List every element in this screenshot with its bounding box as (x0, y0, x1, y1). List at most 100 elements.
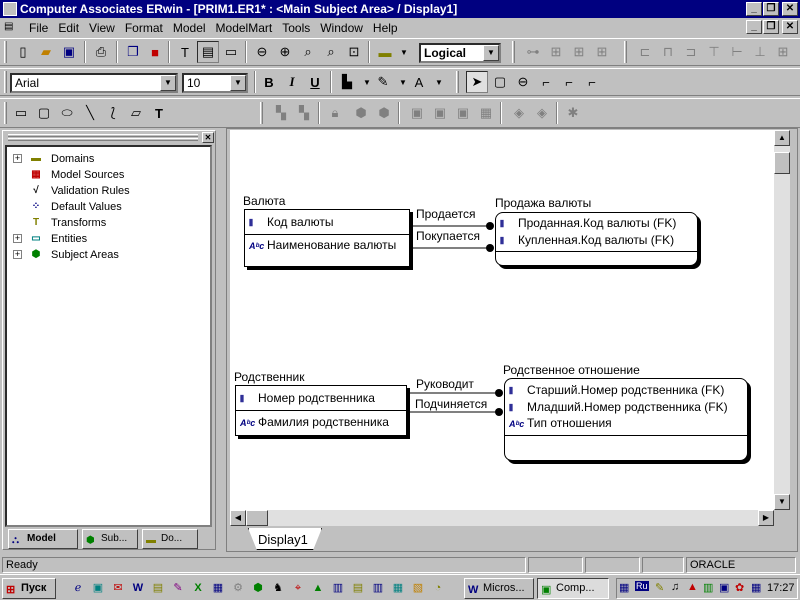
quicklaunch-app3-icon[interactable]: ⬢ (250, 580, 266, 596)
zoom-in-icon[interactable]: ⊕ (274, 41, 296, 63)
tree-item-validation-rules[interactable]: √ Validation Rules (7, 183, 207, 199)
quicklaunch-desktop-icon[interactable]: ▣ (90, 580, 106, 596)
menu-view[interactable]: View (84, 18, 120, 38)
tree-item-transforms[interactable]: T Transforms (7, 215, 207, 231)
bold-button[interactable]: B (258, 71, 280, 93)
chevron-down-icon[interactable]: ▼ (483, 45, 499, 61)
doc-restore-button[interactable]: ❐ (763, 20, 779, 34)
chevron-down-icon[interactable]: ▼ (230, 75, 246, 91)
line-tool-icon[interactable]: ╲ (79, 102, 101, 124)
relationship-label[interactable]: Подчиняется (415, 397, 487, 411)
quicklaunch-app10-icon[interactable]: ▦ (390, 580, 406, 596)
select-pointer-icon[interactable]: ➤ (466, 71, 488, 93)
vertical-scroll-thumb[interactable] (774, 152, 790, 174)
new-icon[interactable]: ▯ (12, 41, 34, 63)
menu-help[interactable]: Help (368, 18, 403, 38)
save-icon[interactable]: ▣ (58, 41, 80, 63)
panel-grip[interactable] (8, 134, 198, 137)
scroll-left-button[interactable]: ◀ (230, 510, 246, 526)
font-size-select[interactable]: 10 ▼ (182, 73, 248, 93)
menu-modelmart[interactable]: ModelMart (211, 18, 278, 38)
quicklaunch-app6-icon[interactable]: ▲ (310, 580, 326, 596)
tray-tool-icon[interactable]: ✎ (655, 581, 664, 594)
task-word[interactable]: W Micros... (464, 578, 534, 599)
tray-app2-icon[interactable]: ✿ (735, 581, 744, 594)
zoom-icon[interactable]: ⌕ (297, 41, 319, 63)
open-icon[interactable]: ▰ (35, 41, 57, 63)
rounded-rect-tool-icon[interactable]: ▢ (33, 102, 55, 124)
view-mode-select[interactable]: Logical ▼ (419, 43, 501, 63)
quicklaunch-app-icon[interactable]: ▦ (210, 580, 226, 596)
quicklaunch-outlook-icon[interactable]: ✉ (110, 580, 126, 596)
tray-app3-icon[interactable]: ▦ (751, 581, 761, 594)
task-erwin[interactable]: ▣ Comp... (537, 578, 609, 599)
tree-item-default-values[interactable]: ⁘ Default Values (7, 199, 207, 215)
polygon-tool-icon[interactable]: ▱ (125, 102, 147, 124)
scroll-right-button[interactable]: ▶ (758, 510, 774, 526)
tray-virus-icon[interactable]: ▲ (687, 581, 698, 593)
underline-button[interactable]: U (304, 71, 326, 93)
menu-file[interactable]: File (24, 18, 53, 38)
dropdown-arrow-icon[interactable]: ▼ (428, 71, 450, 93)
horizontal-scrollbar[interactable]: ◀ ▶ (230, 510, 774, 526)
quicklaunch-explorer-icon[interactable]: ▤ (150, 580, 166, 596)
quicklaunch-app7-icon[interactable]: ▥ (330, 580, 346, 596)
font-color-icon[interactable]: A (408, 71, 430, 93)
quicklaunch-app4-icon[interactable]: ♞ (270, 580, 286, 596)
quicklaunch-app9-icon[interactable]: ▥ (370, 580, 386, 596)
polyline-tool-icon[interactable]: ⟅ (102, 102, 124, 124)
zoom-fit-icon[interactable]: ⌕ (320, 41, 342, 63)
horizontal-scroll-thumb[interactable] (246, 510, 268, 526)
doc-close-button[interactable]: ✕ (782, 20, 798, 34)
expand-icon[interactable]: + (13, 234, 22, 243)
app-icon[interactable] (3, 2, 17, 16)
pen-color-icon[interactable]: ✎ (372, 71, 394, 93)
minimize-button[interactable]: _ (746, 2, 762, 16)
color-icon[interactable]: ■ (144, 41, 166, 63)
menu-edit[interactable]: Edit (53, 18, 84, 38)
relationship-label[interactable]: Руководит (416, 377, 474, 391)
close-button[interactable]: ✕ (782, 2, 798, 16)
font-name-select[interactable]: Arial ▼ (10, 73, 178, 93)
many-to-many-rel-icon[interactable]: ⌐ (558, 71, 580, 93)
menu-window[interactable]: Window (315, 18, 368, 38)
vertical-scrollbar[interactable]: ▲ ▼ (774, 130, 790, 510)
clock[interactable]: 17:27 (767, 582, 795, 594)
zoom-all-icon[interactable]: ⊡ (343, 41, 365, 63)
tray-monitor-icon[interactable]: ▣ (719, 581, 729, 594)
restore-button[interactable]: ❐ (763, 2, 779, 16)
entity-tool-icon[interactable]: ▢ (489, 71, 511, 93)
scroll-up-button[interactable]: ▲ (774, 130, 790, 146)
format-icon[interactable]: T (174, 41, 196, 63)
rectangle-tool-icon[interactable]: ▭ (10, 102, 32, 124)
document-icon[interactable]: ▤ (4, 21, 20, 35)
tree-item-subject-areas[interactable]: + ⬢ Subject Areas (7, 247, 207, 263)
tab-displays[interactable]: ▬ Do... (142, 529, 198, 549)
menu-format[interactable]: Format (120, 18, 168, 38)
quicklaunch-paint-icon[interactable]: ✎ (170, 580, 186, 596)
quicklaunch-ie-icon[interactable]: ℯ (70, 580, 86, 596)
quicklaunch-app8-icon[interactable]: ▤ (350, 580, 366, 596)
menu-tools[interactable]: Tools (277, 18, 315, 38)
copy-icon[interactable]: ❐ (122, 41, 144, 63)
italic-button[interactable]: I (281, 71, 303, 93)
fill-color-icon[interactable]: ▙ (336, 71, 358, 93)
entity-display-icon[interactable]: ▤ (197, 41, 219, 63)
text-tool-icon[interactable]: T (148, 102, 170, 124)
comment-icon[interactable]: ▭ (220, 41, 242, 63)
tree-item-domains[interactable]: + ▬ Domains (7, 151, 207, 167)
doc-minimize-button[interactable]: _ (746, 20, 762, 34)
print-icon[interactable]: ⎙ (90, 41, 112, 63)
tab-model[interactable]: ⛬ Model (8, 529, 78, 549)
language-icon[interactable]: Ru (635, 581, 649, 591)
identifying-rel-icon[interactable]: ⌐ (535, 71, 557, 93)
zoom-out-icon[interactable]: ⊖ (251, 41, 273, 63)
category-tool-icon[interactable]: ⊖ (512, 71, 534, 93)
menu-model[interactable]: Model (168, 18, 211, 38)
tree-item-model-sources[interactable]: ▦ Model Sources (7, 167, 207, 183)
relationship-label[interactable]: Продается (416, 207, 476, 221)
diagram-canvas[interactable]: Валюта ⦀ Код валюты Aᵇc Наименование валют… (230, 130, 774, 510)
dropdown-arrow-icon[interactable]: ▼ (393, 41, 415, 63)
chevron-down-icon[interactable]: ▼ (160, 75, 176, 91)
non-identifying-rel-icon[interactable]: ⌐ (581, 71, 603, 93)
